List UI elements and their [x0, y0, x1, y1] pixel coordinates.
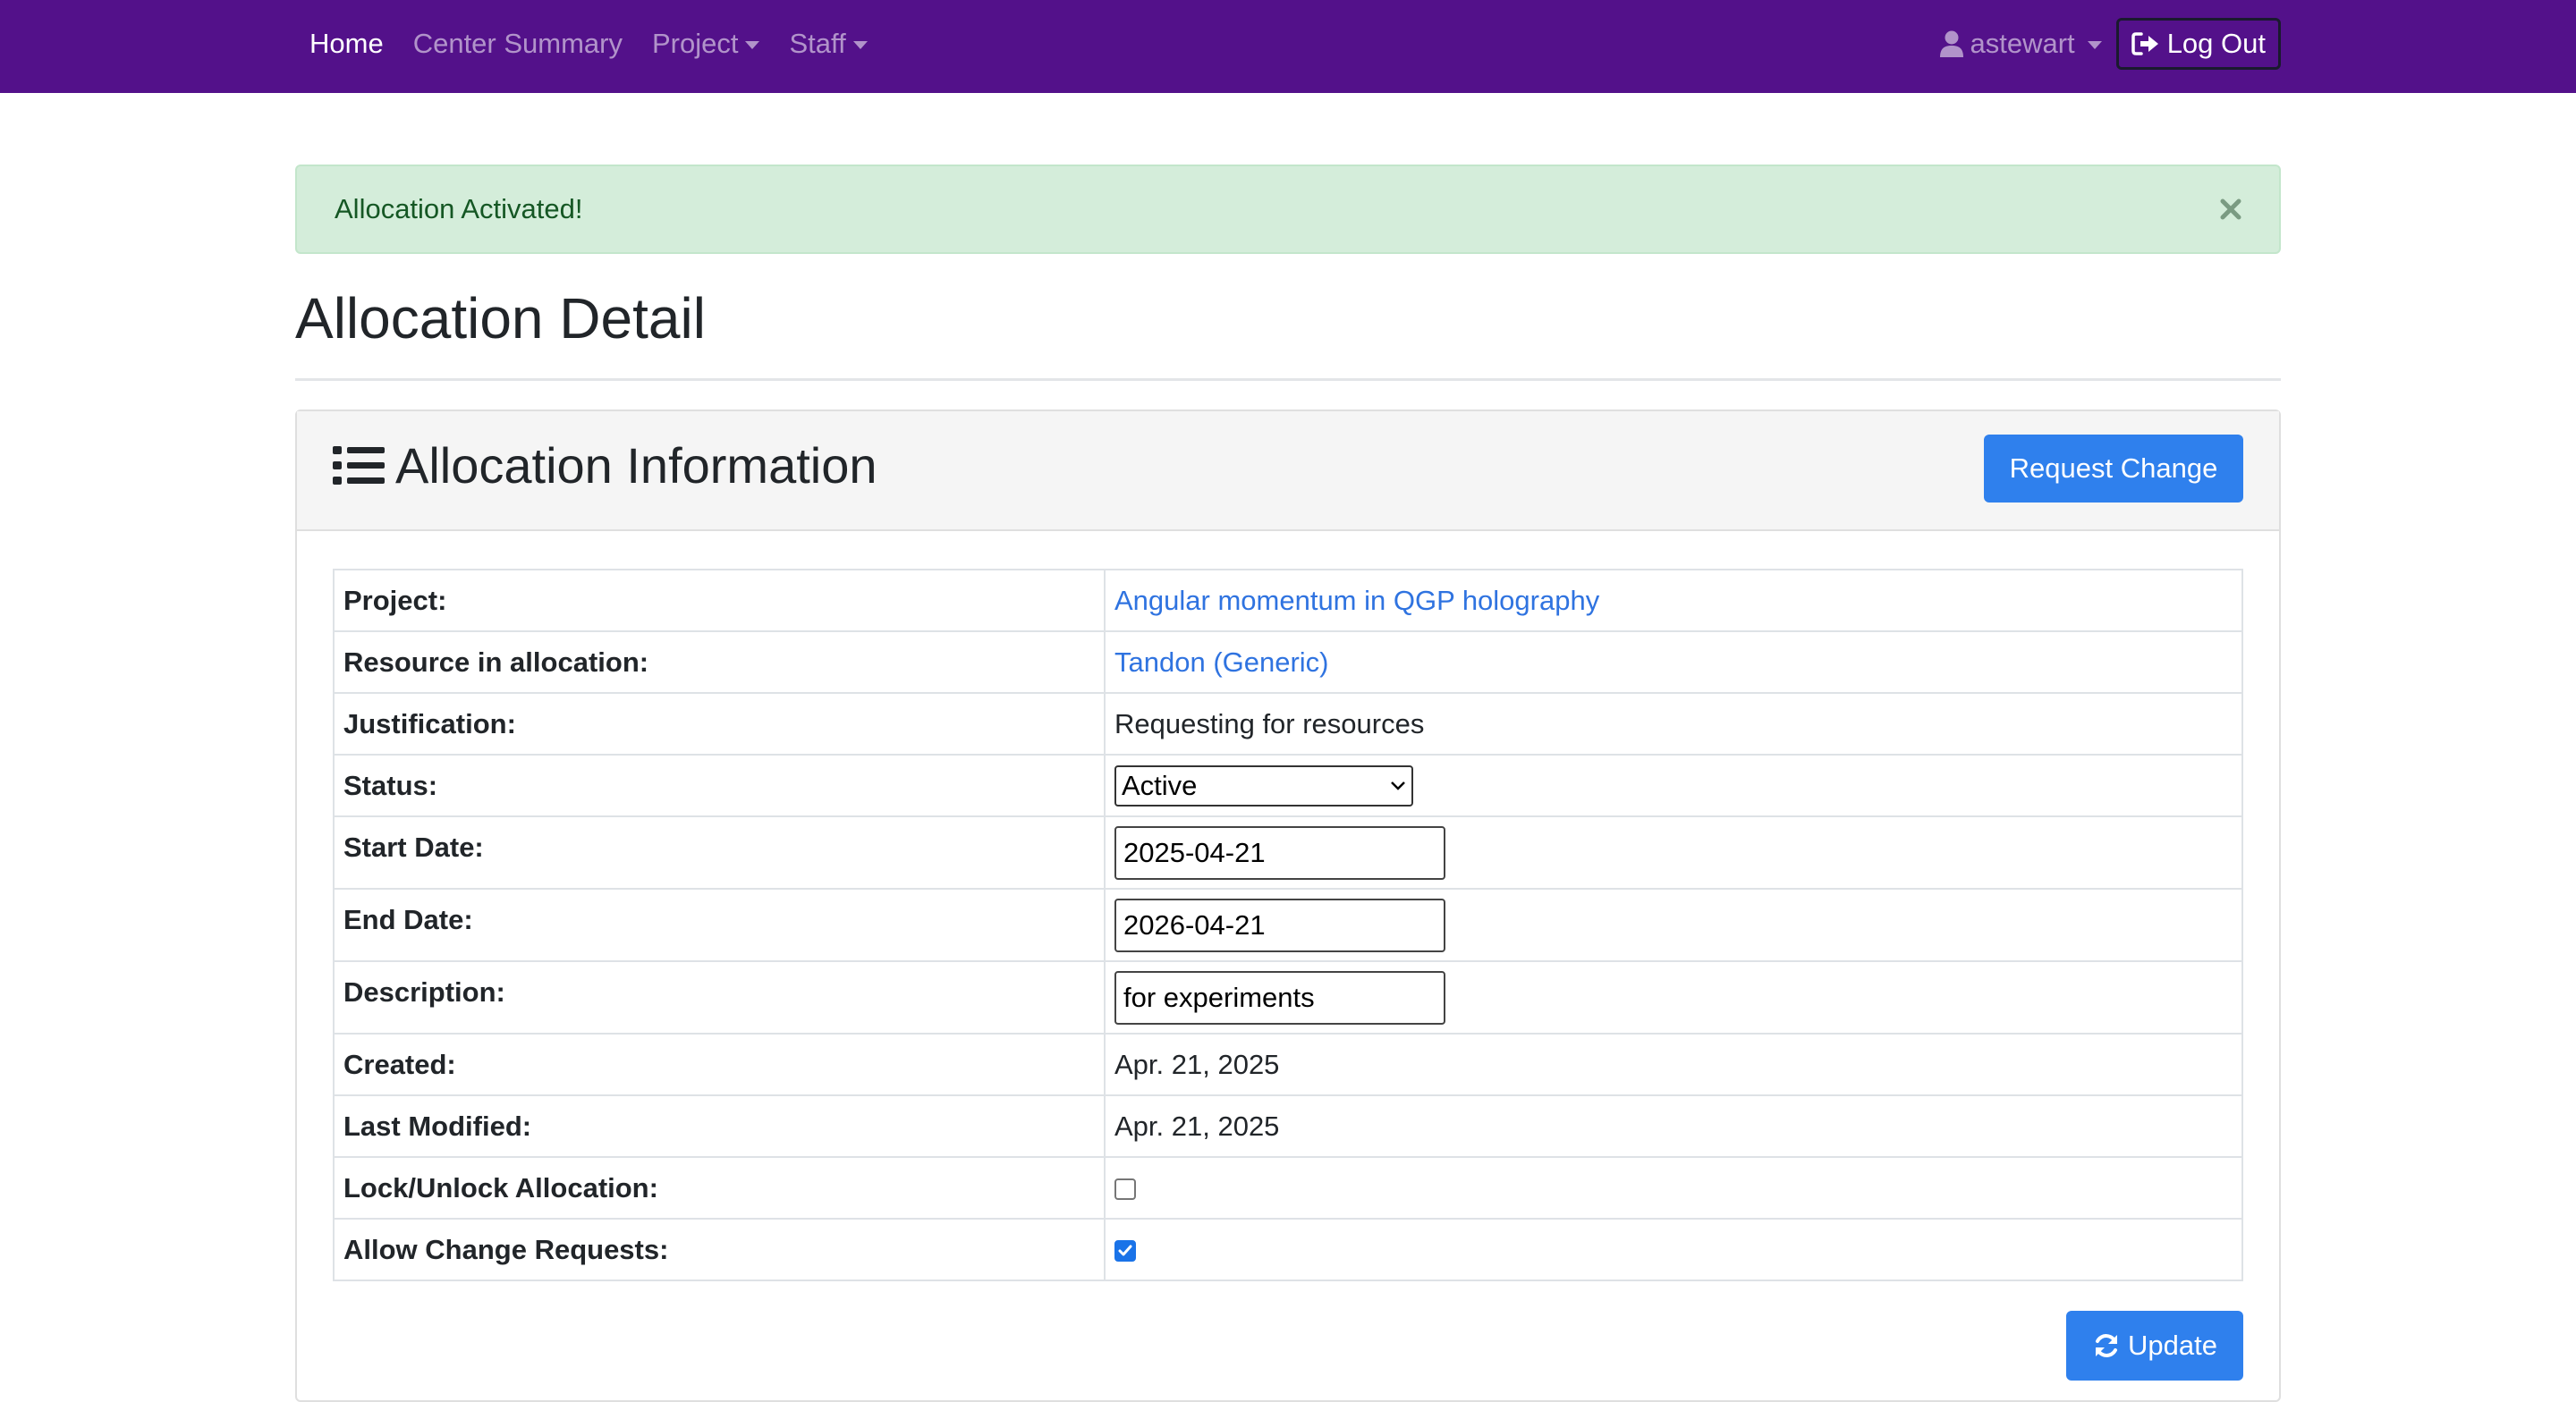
end-date-input[interactable]: 2026-04-21	[1114, 898, 1445, 952]
title-divider	[295, 378, 2281, 381]
status-label: Status:	[333, 754, 1106, 817]
nav-links: Home Center Summary Project Staff	[309, 0, 897, 88]
description-cell: for experiments	[1104, 960, 2243, 1035]
card-title-text: Allocation Information	[395, 437, 877, 494]
description-input[interactable]: for experiments	[1114, 970, 1445, 1025]
allow-change-requests-checkbox[interactable]	[1114, 1240, 1136, 1263]
table-row: Allow Change Requests:	[333, 1218, 2243, 1281]
top-navbar: Home Center Summary Project Staff astewa…	[0, 0, 2576, 93]
nav-home[interactable]: Home	[309, 28, 384, 60]
logout-button[interactable]: Log Out	[2115, 18, 2281, 70]
table-row: Status: Active	[333, 754, 2243, 817]
chevron-down-icon	[745, 40, 760, 49]
lock-allocation-checkbox[interactable]	[1114, 1178, 1136, 1201]
request-change-button[interactable]: Request Change	[1984, 435, 2243, 503]
nav-staff-dropdown[interactable]: Staff	[789, 28, 868, 60]
user-menu-dropdown[interactable]: astewart	[1939, 28, 2102, 60]
table-row: Project: Angular momentum in QGP hologra…	[333, 569, 2243, 632]
table-row: Last Modified: Apr. 21, 2025	[333, 1094, 2243, 1158]
logout-label: Log Out	[2166, 28, 2266, 59]
end-date-label: End Date:	[333, 888, 1106, 962]
alert-message: Allocation Activated!	[335, 193, 583, 224]
card-header: Allocation Information Request Change	[297, 411, 2279, 531]
project-value-cell: Angular momentum in QGP holography	[1104, 569, 2243, 632]
checkmark-icon	[1118, 1245, 1132, 1256]
card-title: Allocation Information	[333, 436, 877, 494]
last-modified-label: Last Modified:	[333, 1094, 1106, 1158]
status-value-cell: Active	[1104, 754, 2243, 817]
start-date-cell: 2025-04-21	[1104, 815, 2243, 890]
start-date-label: Start Date:	[333, 815, 1106, 890]
list-icon	[333, 445, 385, 485]
allocation-info-table: Project: Angular momentum in QGP hologra…	[333, 569, 2243, 1281]
table-row: Justification: Requesting for resources	[333, 692, 2243, 756]
allocation-info-card: Allocation Information Request Change Pr…	[295, 410, 2281, 1402]
last-modified-value: Apr. 21, 2025	[1104, 1094, 2243, 1158]
status-select[interactable]: Active	[1114, 764, 1413, 807]
justification-value: Requesting for resources	[1104, 692, 2243, 756]
status-selected-value: Active	[1122, 769, 1198, 801]
chevron-down-icon	[1391, 781, 1405, 790]
allow-change-label: Allow Change Requests:	[333, 1218, 1106, 1281]
chevron-down-icon	[852, 40, 868, 49]
created-label: Created:	[333, 1033, 1106, 1096]
table-row: Lock/Unlock Allocation:	[333, 1156, 2243, 1220]
resource-value-cell: Tandon (Generic)	[1104, 630, 2243, 694]
table-row: Created: Apr. 21, 2025	[333, 1033, 2243, 1096]
description-label: Description:	[333, 960, 1106, 1035]
sync-icon	[2096, 1334, 2118, 1357]
end-date-cell: 2026-04-21	[1104, 888, 2243, 962]
lock-label: Lock/Unlock Allocation:	[333, 1156, 1106, 1220]
allow-change-cell	[1104, 1218, 2243, 1281]
table-row: End Date: 2026-04-21	[333, 888, 2243, 962]
table-row: Start Date: 2025-04-21	[333, 815, 2243, 890]
start-date-input[interactable]: 2025-04-21	[1114, 825, 1445, 880]
close-icon[interactable]	[2218, 197, 2243, 222]
justification-label: Justification:	[333, 692, 1106, 756]
user-icon	[1939, 30, 1963, 57]
update-label: Update	[2128, 1330, 2217, 1361]
created-value: Apr. 21, 2025	[1104, 1033, 2243, 1096]
resource-label: Resource in allocation:	[333, 630, 1106, 694]
nav-project-label: Project	[652, 28, 739, 59]
resource-link[interactable]: Tandon (Generic)	[1114, 646, 1329, 678]
table-row: Resource in allocation: Tandon (Generic)	[333, 630, 2243, 694]
page-title: Allocation Detail	[295, 286, 706, 350]
sign-out-icon	[2131, 32, 2158, 55]
nav-user-area: astewart Log Out	[1939, 0, 2281, 88]
chevron-down-icon	[2087, 40, 2102, 49]
nav-project-dropdown[interactable]: Project	[652, 28, 760, 60]
project-label: Project:	[333, 569, 1106, 632]
user-name: astewart	[1970, 28, 2075, 59]
nav-center-summary[interactable]: Center Summary	[413, 28, 623, 60]
nav-staff-label: Staff	[789, 28, 846, 59]
table-row: Description: for experiments	[333, 960, 2243, 1035]
success-alert: Allocation Activated!	[295, 165, 2281, 254]
project-link[interactable]: Angular momentum in QGP holography	[1114, 585, 1599, 616]
lock-cell	[1104, 1156, 2243, 1220]
update-button[interactable]: Update	[2066, 1311, 2243, 1381]
